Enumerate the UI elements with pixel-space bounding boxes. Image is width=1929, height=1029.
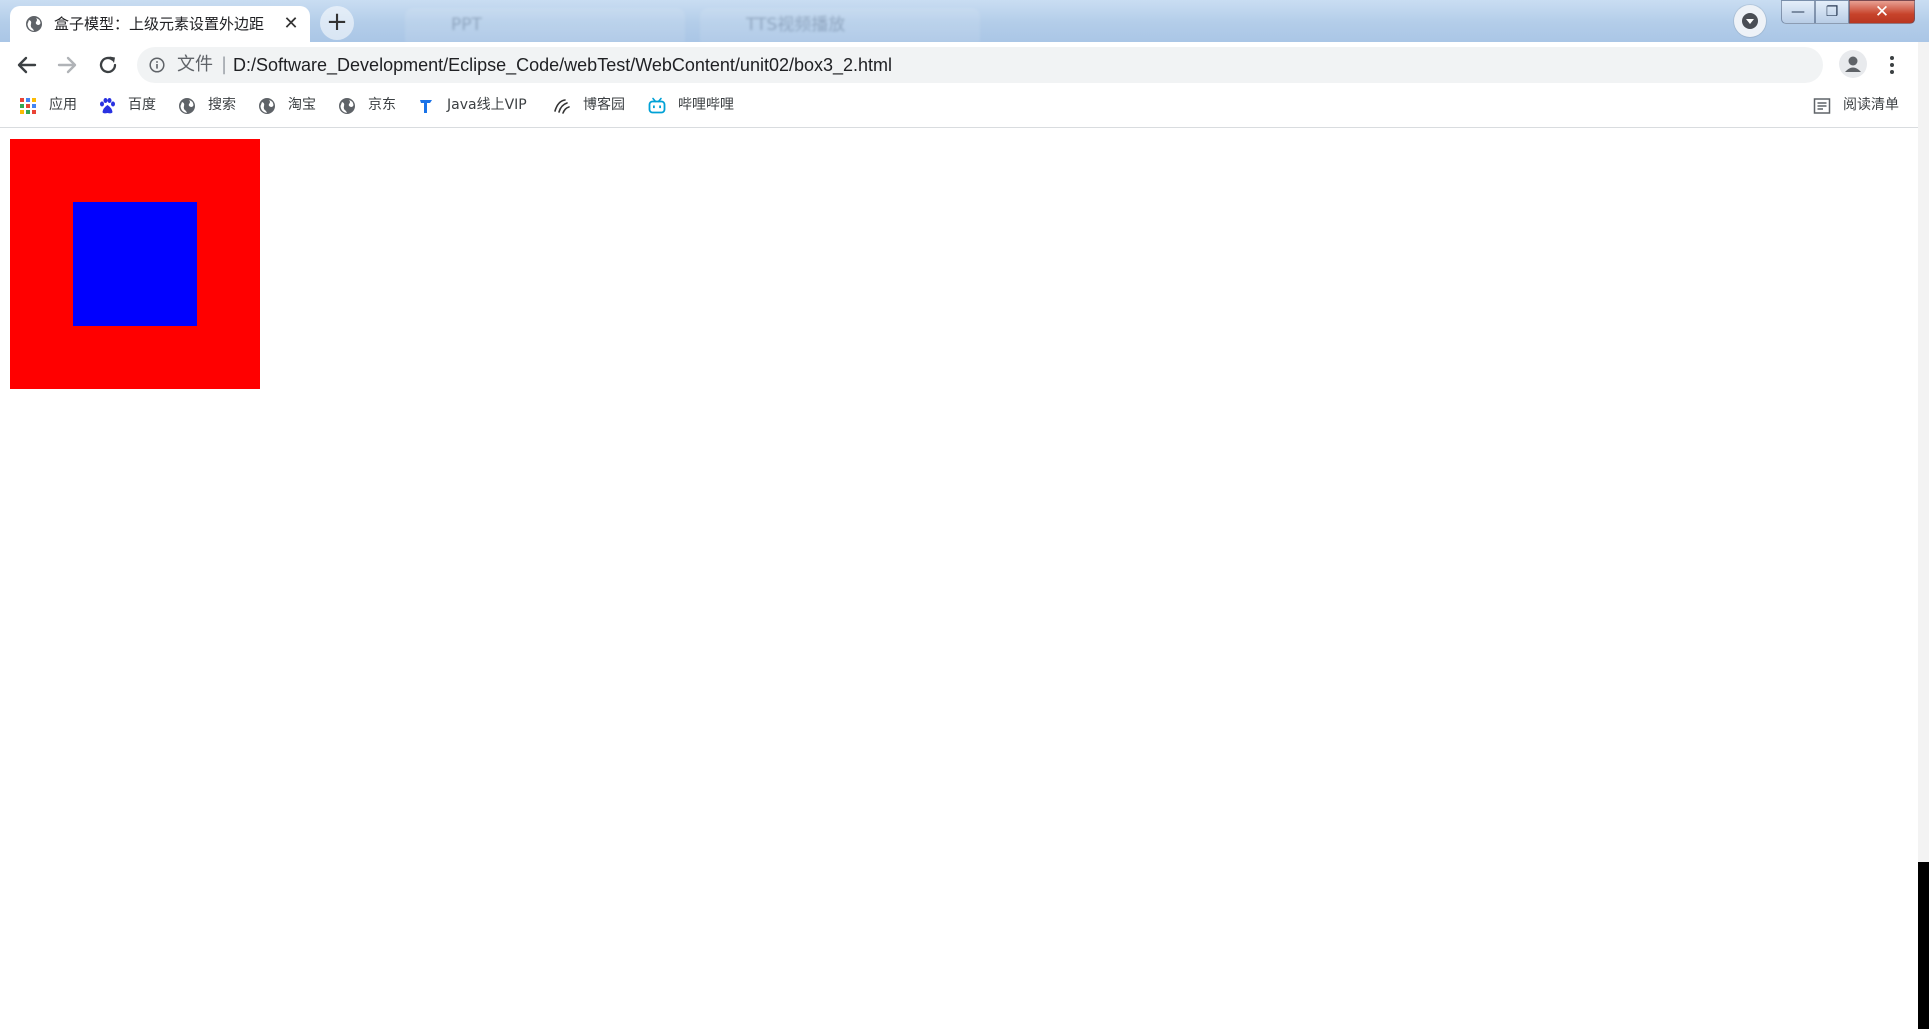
avatar-icon (1845, 56, 1861, 72)
baidu-paw-icon (100, 98, 115, 114)
globe-icon (259, 98, 275, 114)
back-arrow-icon[interactable] (13, 51, 41, 79)
bookmark-label: Java线上VIP (447, 97, 527, 113)
tab-title: 盒子模型：上级元素设置外边距 (54, 15, 265, 33)
globe-icon (26, 16, 42, 32)
java-icon (420, 100, 432, 113)
tab-close-icon[interactable]: ✕ (282, 15, 300, 33)
bilibili-icon (648, 97, 666, 114)
scrollbar[interactable] (1918, 42, 1929, 1029)
bookmark-jd[interactable]: 京东 (338, 88, 403, 122)
globe-icon (179, 98, 195, 114)
close-window-button[interactable]: ✕ (1849, 0, 1915, 24)
bookmark-bilibili[interactable]: 哔哩哔哩 (648, 88, 743, 122)
bookmark-java-vip[interactable]: Java线上VIP (417, 88, 542, 122)
url-text[interactable]: D:/Software_Development/Eclipse_Code/web… (233, 47, 892, 83)
reading-list-icon (1813, 98, 1831, 114)
minimize-button[interactable]: — (1781, 0, 1815, 24)
address-bar[interactable]: 文件 | D:/Software_Development/Eclipse_Cod… (137, 47, 1823, 83)
active-tab[interactable]: 盒子模型：上级元素设置外边距 ✕ (10, 6, 310, 42)
forward-arrow-icon[interactable] (53, 51, 81, 79)
profile-button[interactable] (1839, 50, 1867, 78)
background-tab-tts[interactable]: TTS视频播放 (700, 8, 980, 42)
browser-toolbar: 文件 | D:/Software_Development/Eclipse_Cod… (0, 42, 1929, 88)
bookmark-label: 淘宝 (288, 97, 316, 113)
inner-blue-box (73, 202, 197, 326)
reading-list-label: 阅读清单 (1843, 97, 1899, 113)
outer-red-box (10, 139, 260, 389)
tab-search-button[interactable] (1734, 5, 1766, 37)
tab-strip: PPT TTS视频播放 盒子模型：上级元素设置外边距 ✕ + — ❐ ✕ (0, 0, 1929, 42)
cnblogs-icon (554, 99, 570, 114)
globe-icon (339, 98, 355, 114)
chevron-down-icon (1742, 13, 1758, 29)
bookmark-label: 博客园 (583, 97, 625, 113)
bookmark-taobao[interactable]: 淘宝 (258, 88, 323, 122)
bookmark-cnblogs[interactable]: 博客园 (553, 88, 633, 122)
reload-icon[interactable] (94, 51, 122, 79)
info-icon[interactable] (149, 57, 165, 73)
new-tab-button[interactable]: + (320, 6, 354, 40)
scrollbar-edge (1918, 862, 1929, 1029)
bookmarks-bar: 应用 百度 搜索 淘宝 京东 Java线上VIP 博客园 哔哩哔哩 阅读清单 (0, 88, 1929, 128)
apps-grid-icon (20, 98, 36, 114)
scheme-label: 文件 (177, 54, 213, 75)
reading-list-button[interactable]: 阅读清单 (1813, 88, 1913, 122)
more-menu-icon[interactable] (1886, 52, 1898, 78)
scheme-separator: | (221, 54, 228, 75)
bookmark-baidu[interactable]: 百度 (98, 88, 163, 122)
page-viewport (0, 128, 1918, 1029)
bookmark-label: 百度 (128, 97, 156, 113)
background-tab-title: PPT (451, 15, 482, 35)
background-tab-ppt[interactable]: PPT (405, 8, 685, 42)
bookmark-label: 哔哩哔哩 (678, 97, 734, 113)
bookmark-label: 应用 (49, 97, 77, 113)
background-tab-title: TTS视频播放 (746, 15, 846, 35)
maximize-button[interactable]: ❐ (1815, 0, 1849, 24)
bookmark-label: 搜索 (208, 97, 236, 113)
bookmark-label: 京东 (368, 97, 396, 113)
bookmark-search[interactable]: 搜索 (178, 88, 243, 122)
bookmark-apps[interactable]: 应用 (19, 88, 84, 122)
